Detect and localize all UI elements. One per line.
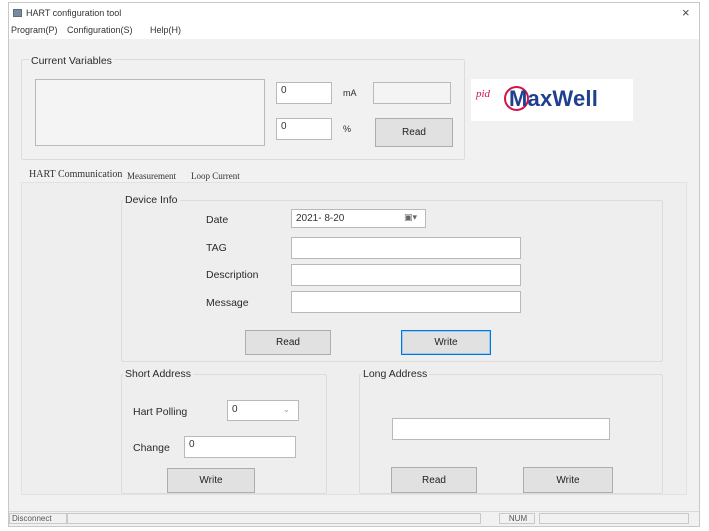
date-label: Date: [206, 214, 229, 226]
short-address-write-button[interactable]: Write: [167, 468, 255, 493]
hart-polling-label: Hart Polling: [133, 406, 188, 418]
device-info-title: Device Info: [123, 194, 180, 206]
date-value: 2021- 8-20: [296, 213, 345, 224]
close-icon[interactable]: ×: [682, 5, 690, 20]
status-extra-cell: [539, 513, 689, 524]
status-message-area: [67, 513, 481, 524]
device-info-write-button[interactable]: Write: [401, 330, 491, 355]
tag-input[interactable]: [291, 237, 521, 259]
change-input[interactable]: 0: [184, 436, 296, 458]
tab-hart-communication[interactable]: HART Communication: [29, 169, 122, 180]
tab-measurement[interactable]: Measurement: [127, 171, 176, 181]
status-num-indicator: NUM: [499, 513, 535, 524]
ma-unit-label: mA: [343, 88, 357, 98]
percent-value-field: 0: [276, 118, 332, 140]
date-picker[interactable]: 2021- 8-20 ▣▾: [291, 209, 426, 228]
percent-unit-label: %: [343, 124, 352, 134]
description-input[interactable]: [291, 264, 521, 286]
short-address-title: Short Address: [123, 368, 193, 380]
title-bar: HART configuration tool ×: [9, 3, 699, 23]
status-connection: Disconnect: [9, 513, 67, 524]
logo-prefix: pid: [476, 88, 491, 100]
app-icon: [13, 9, 22, 17]
menu-configuration[interactable]: Configuration(S): [67, 25, 133, 35]
tab-loop-current[interactable]: Loop Current: [191, 171, 240, 181]
logo-text: MaxWell: [509, 86, 599, 111]
hart-polling-value: 0: [232, 404, 238, 415]
menu-program[interactable]: Program(P): [11, 25, 58, 35]
device-info-read-button[interactable]: Read: [245, 330, 331, 355]
ma-extra-field: [373, 82, 451, 104]
long-address-read-button[interactable]: Read: [391, 467, 477, 493]
hart-polling-select[interactable]: 0 ⌄: [227, 400, 299, 421]
menu-help[interactable]: Help(H): [150, 25, 181, 35]
status-bar: Disconnect NUM: [9, 511, 699, 526]
current-variables-title: Current Variables: [29, 55, 114, 67]
calendar-dropdown-icon[interactable]: ▣▾: [404, 212, 417, 223]
message-label: Message: [206, 297, 249, 309]
app-window: HART configuration tool × Program(P) Con…: [8, 2, 700, 527]
change-label: Change: [133, 442, 170, 454]
tag-label: TAG: [206, 242, 227, 254]
window-title: HART configuration tool: [26, 8, 122, 18]
chevron-down-icon[interactable]: ⌄: [283, 405, 290, 414]
long-address-title: Long Address: [361, 368, 430, 380]
maxwell-logo: pid MaxWell: [471, 79, 633, 121]
long-address-write-button[interactable]: Write: [523, 467, 613, 493]
message-input[interactable]: [291, 291, 521, 313]
read-current-variables-button[interactable]: Read: [375, 118, 453, 147]
description-label: Description: [206, 269, 259, 281]
variable-display-panel: [35, 79, 265, 146]
menu-bar: Program(P) Configuration(S) Help(H): [9, 23, 699, 39]
ma-value-field: 0: [276, 82, 332, 104]
long-address-input[interactable]: [392, 418, 610, 440]
